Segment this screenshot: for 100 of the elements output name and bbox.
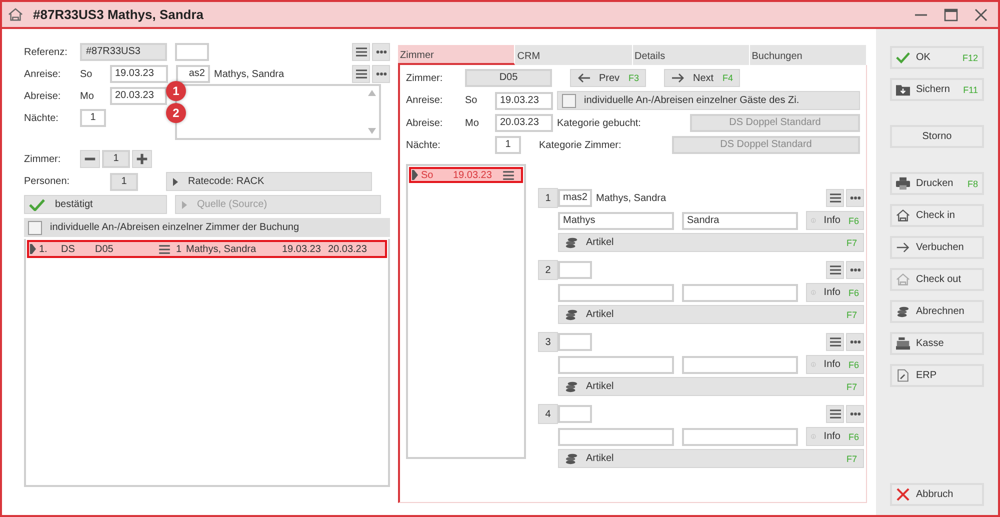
more-button[interactable] <box>846 405 864 423</box>
step-badge: 2 <box>166 103 186 123</box>
info-button[interactable]: Info F6 <box>806 283 864 302</box>
maximize-icon[interactable] <box>944 8 958 22</box>
next-button[interactable]: Next F4 <box>664 69 740 87</box>
weekday-label: So <box>80 68 94 80</box>
checkbox[interactable] <box>28 220 42 234</box>
action-button[interactable]: Check in <box>890 204 984 227</box>
last-name-field[interactable] <box>558 428 674 446</box>
field-label: Abreise: <box>406 118 444 128</box>
more-button[interactable] <box>846 261 864 279</box>
menu-button[interactable] <box>352 65 370 83</box>
weekday-label: So <box>465 95 478 106</box>
caret-icon <box>182 200 187 208</box>
arrow-right-icon <box>671 73 685 83</box>
menu-icon <box>830 409 840 419</box>
tab[interactable]: CRM <box>515 45 632 65</box>
arrow-right-icon <box>896 241 910 254</box>
close-icon[interactable] <box>974 8 988 22</box>
departure-date-field[interactable]: 20.03.23 <box>110 87 167 105</box>
field-label: Zimmer: <box>24 154 62 164</box>
nights-field[interactable]: 1 <box>80 109 106 127</box>
checkbox-row[interactable]: individuelle An-/Abreisen einzelner Gäste des Zi. <box>557 91 860 110</box>
tab[interactable]: Details <box>632 45 750 65</box>
first-name-field[interactable]: Sandra <box>682 212 798 230</box>
arrival-date-field[interactable]: 19.03.23 <box>495 92 553 110</box>
menu-button[interactable] <box>352 43 370 61</box>
first-name-field[interactable] <box>682 356 798 374</box>
action-button[interactable]: Check out <box>890 268 984 291</box>
first-name-field[interactable] <box>682 428 798 446</box>
articles-button[interactable]: Artikel F7 <box>558 377 864 396</box>
plus-icon <box>136 153 148 165</box>
table-cell: 20.03.23 <box>328 244 367 254</box>
action-button[interactable]: OK F12 <box>890 46 984 69</box>
info-button[interactable]: Info F6 <box>806 355 864 374</box>
action-button[interactable]: ERP <box>890 364 984 387</box>
table-cell-text: D05 <box>95 244 114 254</box>
action-button[interactable]: Kasse <box>890 332 984 355</box>
guest-number: 2 <box>538 260 558 280</box>
more-button[interactable] <box>846 333 864 351</box>
action-button[interactable]: Abbruch <box>890 483 984 506</box>
field-label: Zimmer: <box>406 72 444 84</box>
guest-code-field[interactable] <box>558 405 592 423</box>
checkbox[interactable] <box>562 94 576 108</box>
articles-button[interactable]: Artikel F7 <box>558 305 864 324</box>
more-button[interactable] <box>372 65 390 83</box>
articles-button[interactable]: Artikel F7 <box>558 233 864 252</box>
more-button[interactable] <box>846 189 864 207</box>
guest-code-field[interactable] <box>558 261 592 279</box>
rooms-count-field: 1 <box>102 150 130 168</box>
tab[interactable]: Zimmer <box>398 45 516 65</box>
last-name-field[interactable]: Mathys <box>558 212 674 230</box>
nights-field[interactable]: 1 <box>495 136 521 154</box>
menu-button[interactable] <box>826 189 844 207</box>
departure-date-field[interactable]: 20.03.23 <box>495 114 553 132</box>
first-name-field[interactable] <box>682 284 798 302</box>
tab[interactable]: Buchungen <box>750 45 867 65</box>
decrement-button[interactable] <box>80 150 100 168</box>
prev-button[interactable]: Prev F3 <box>570 69 646 87</box>
ratecode-button[interactable]: Ratecode: RACK <box>166 172 372 191</box>
arrow-left-icon <box>577 73 591 83</box>
guest-code-field[interactable]: as2 <box>176 65 210 83</box>
room-list-row[interactable]: 1. DS D05 1 Mathys, Sandra 19.03.23 20.03.23 <box>27 240 387 258</box>
printer-icon <box>896 177 910 190</box>
status-button[interactable]: bestätigt <box>24 195 167 214</box>
arrival-date-field[interactable]: 19.03.23 <box>110 65 168 83</box>
field-label: Nächte: <box>24 112 60 124</box>
menu-icon[interactable] <box>503 170 514 180</box>
checkbox-row[interactable]: individuelle An-/Abreisen einzelner Zimmer der Buchung <box>24 218 390 237</box>
articles-button[interactable]: Artikel F7 <box>558 449 864 468</box>
table-cell-text: 1. <box>39 244 48 254</box>
more-button[interactable] <box>372 43 390 61</box>
menu-button[interactable] <box>826 261 844 279</box>
caret-icon <box>173 178 178 186</box>
increment-button[interactable] <box>132 150 152 168</box>
cross-icon <box>896 488 910 501</box>
guest-code-field[interactable]: mas2 <box>558 189 592 207</box>
input-field[interactable] <box>175 43 209 61</box>
step-badge: 1 <box>166 81 186 101</box>
menu-icon[interactable] <box>159 244 170 254</box>
action-button[interactable]: Abrechnen <box>890 300 984 323</box>
check-icon <box>29 198 45 210</box>
action-button[interactable]: Sichern F11 <box>890 78 984 101</box>
coins-icon <box>565 452 578 465</box>
last-name-field[interactable] <box>558 284 674 302</box>
last-name-field[interactable] <box>558 356 674 374</box>
info-button[interactable]: Info F6 <box>806 427 864 446</box>
action-button[interactable]: Drucken F8 <box>890 172 984 195</box>
table-cell-text: So <box>421 170 434 180</box>
info-button[interactable]: Info F6 <box>806 211 864 230</box>
field-label: Personen: <box>24 176 71 187</box>
menu-button[interactable] <box>826 405 844 423</box>
action-button[interactable]: Storno <box>890 125 984 148</box>
category-field: DS Doppel Standard <box>690 114 860 132</box>
house-icon <box>896 273 910 286</box>
menu-button[interactable] <box>826 333 844 351</box>
menu-icon <box>356 47 366 57</box>
guest-name: Mathys, Sandra <box>596 192 666 204</box>
guest-code-field[interactable] <box>558 333 592 351</box>
action-button[interactable]: Verbuchen <box>890 236 984 259</box>
